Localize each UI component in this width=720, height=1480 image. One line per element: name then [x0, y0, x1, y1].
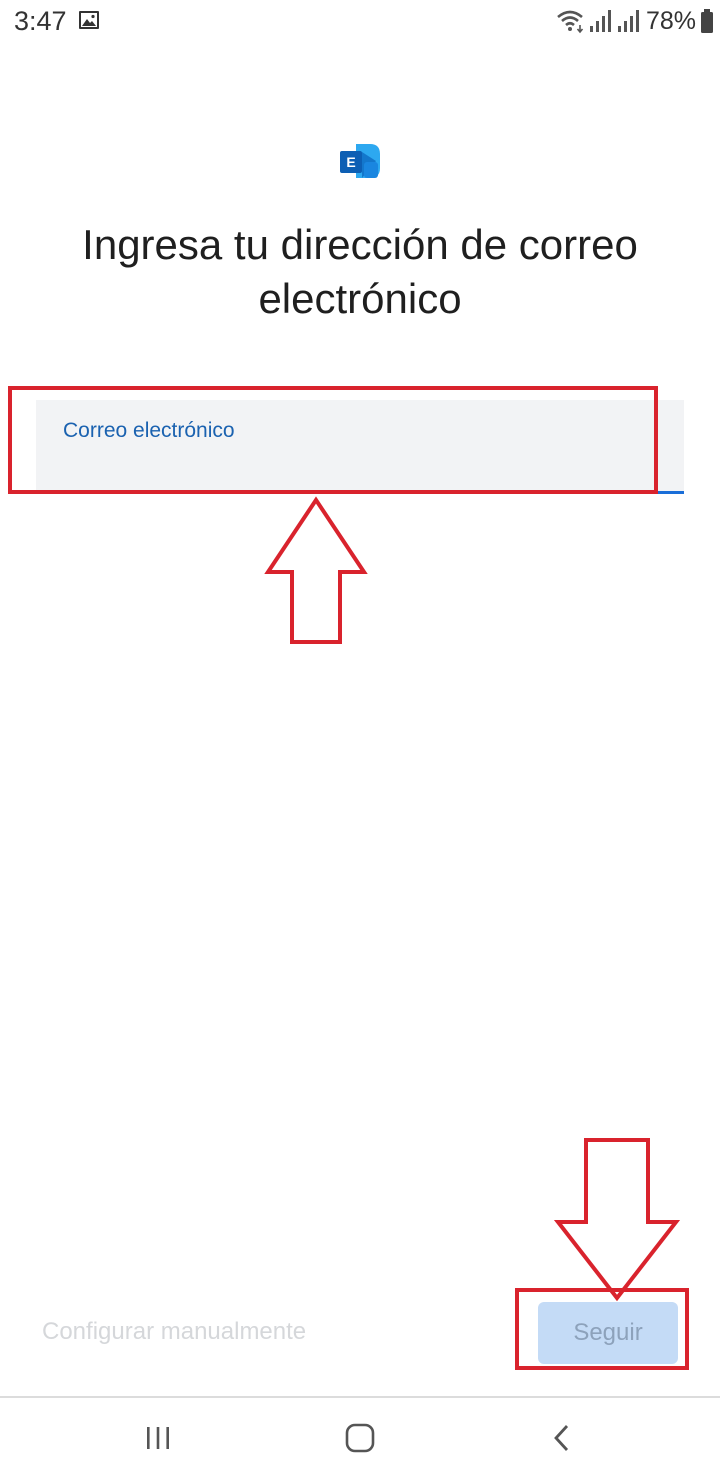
home-icon [345, 1423, 375, 1453]
home-button[interactable] [330, 1416, 390, 1460]
battery-icon [701, 9, 713, 33]
signal-icon [617, 10, 639, 32]
continue-button[interactable]: Seguir [538, 1302, 678, 1364]
wifi-icon [557, 10, 584, 34]
status-time: 3:47 [14, 6, 67, 36]
exchange-logo-icon: E [340, 144, 380, 178]
annotation-up-arrow [264, 496, 368, 644]
recent-apps-button[interactable] [128, 1416, 188, 1460]
page-title: Ingresa tu dirección de correo electróni… [82, 221, 638, 322]
logo-letter: E [346, 154, 355, 170]
signal-icon [589, 10, 611, 32]
annotation-down-arrow [553, 1138, 681, 1302]
gallery-icon [79, 11, 99, 29]
battery-percentage: 78% [645, 6, 696, 35]
email-input[interactable] [60, 450, 664, 482]
status-bar: 3:47 78% [0, 0, 720, 44]
back-icon [554, 1425, 569, 1451]
recent-apps-icon [147, 1427, 169, 1449]
manual-config-button[interactable]: Configurar manualmente [42, 1318, 306, 1346]
email-field[interactable]: Correo electrónico [36, 400, 684, 494]
status-icons: 78% [556, 5, 714, 37]
email-field-label: Correo electrónico [63, 419, 235, 442]
navigation-bar [0, 1398, 720, 1480]
back-button[interactable] [532, 1416, 592, 1460]
screen: 3:47 78% E Ingresa tu dirección de corre… [0, 0, 720, 1480]
